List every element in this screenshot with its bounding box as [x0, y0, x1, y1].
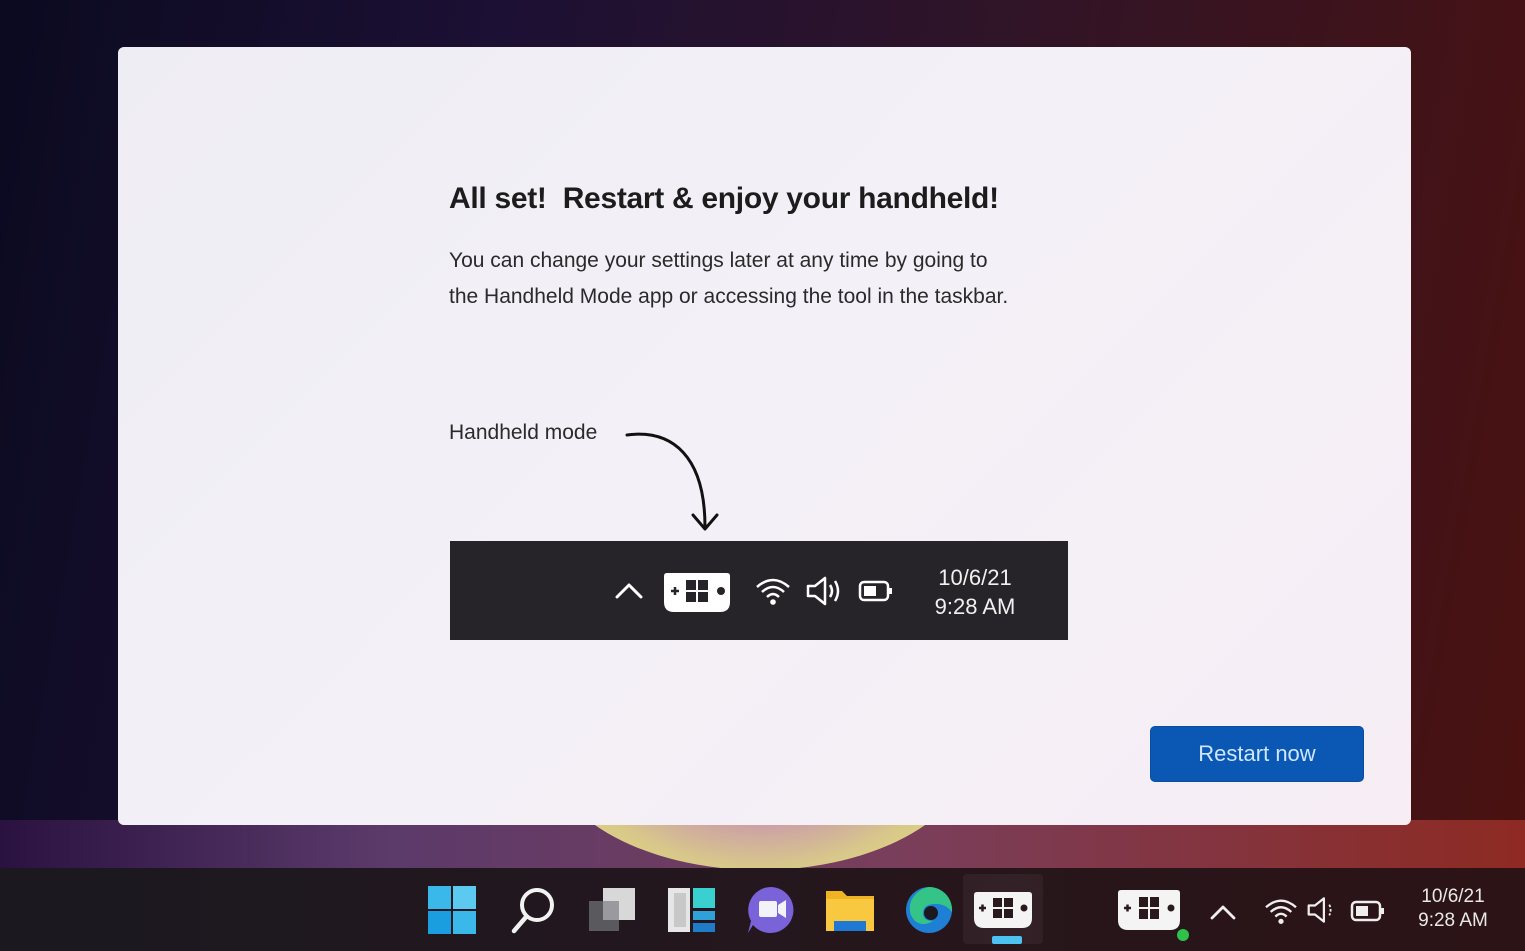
restart-now-button[interactable]: Restart now — [1150, 726, 1364, 782]
status-dot — [1177, 929, 1189, 941]
setup-complete-dialog: All set! Restart & enjoy your handheld! … — [118, 47, 1411, 825]
preview-date: 10/6/21 — [938, 565, 1012, 590]
handheld-mode-icon — [664, 573, 730, 612]
volume-icon[interactable] — [1306, 895, 1340, 925]
file-explorer-icon[interactable] — [824, 885, 876, 935]
chat-icon[interactable] — [745, 885, 797, 935]
battery-icon — [858, 580, 892, 602]
description-line-2: the Handheld Mode app or accessing the t… — [449, 285, 1009, 308]
wifi-icon[interactable] — [1264, 896, 1298, 926]
taskbar-date: 10/6/21 — [1421, 886, 1485, 907]
preview-clock: 10/6/21 9:28 AM — [920, 563, 1030, 621]
handheld-mode-app-icon[interactable] — [972, 885, 1034, 935]
dialog-title: All set! Restart & enjoy your handheld! — [449, 182, 999, 215]
chevron-up-icon[interactable] — [1208, 898, 1238, 926]
taskbar: 10/6/21 9:28 AM — [0, 868, 1525, 951]
widgets-icon[interactable] — [666, 885, 718, 935]
taskbar-time: 9:28 AM — [1418, 910, 1488, 931]
volume-icon — [806, 576, 840, 606]
handheld-mode-icon[interactable] — [1116, 888, 1182, 932]
start-icon[interactable] — [426, 885, 478, 935]
wifi-icon — [756, 578, 790, 605]
chevron-up-icon — [615, 583, 643, 599]
dialog-description: You can change your settings later at an… — [449, 243, 1129, 315]
handheld-mode-annotation: Handheld mode — [449, 421, 598, 444]
annotation-arrow-icon — [625, 432, 719, 531]
task-view-icon[interactable] — [587, 885, 639, 935]
taskbar-clock[interactable]: 10/6/21 9:28 AM — [1398, 885, 1508, 933]
taskbar-preview: 10/6/21 9:28 AM — [450, 541, 1068, 640]
active-app-indicator — [992, 936, 1022, 944]
battery-icon[interactable] — [1350, 899, 1386, 923]
description-line-1: You can change your settings later at an… — [449, 249, 988, 272]
preview-time: 9:28 AM — [934, 594, 1016, 619]
edge-icon[interactable] — [903, 885, 955, 935]
search-icon[interactable] — [508, 885, 560, 935]
